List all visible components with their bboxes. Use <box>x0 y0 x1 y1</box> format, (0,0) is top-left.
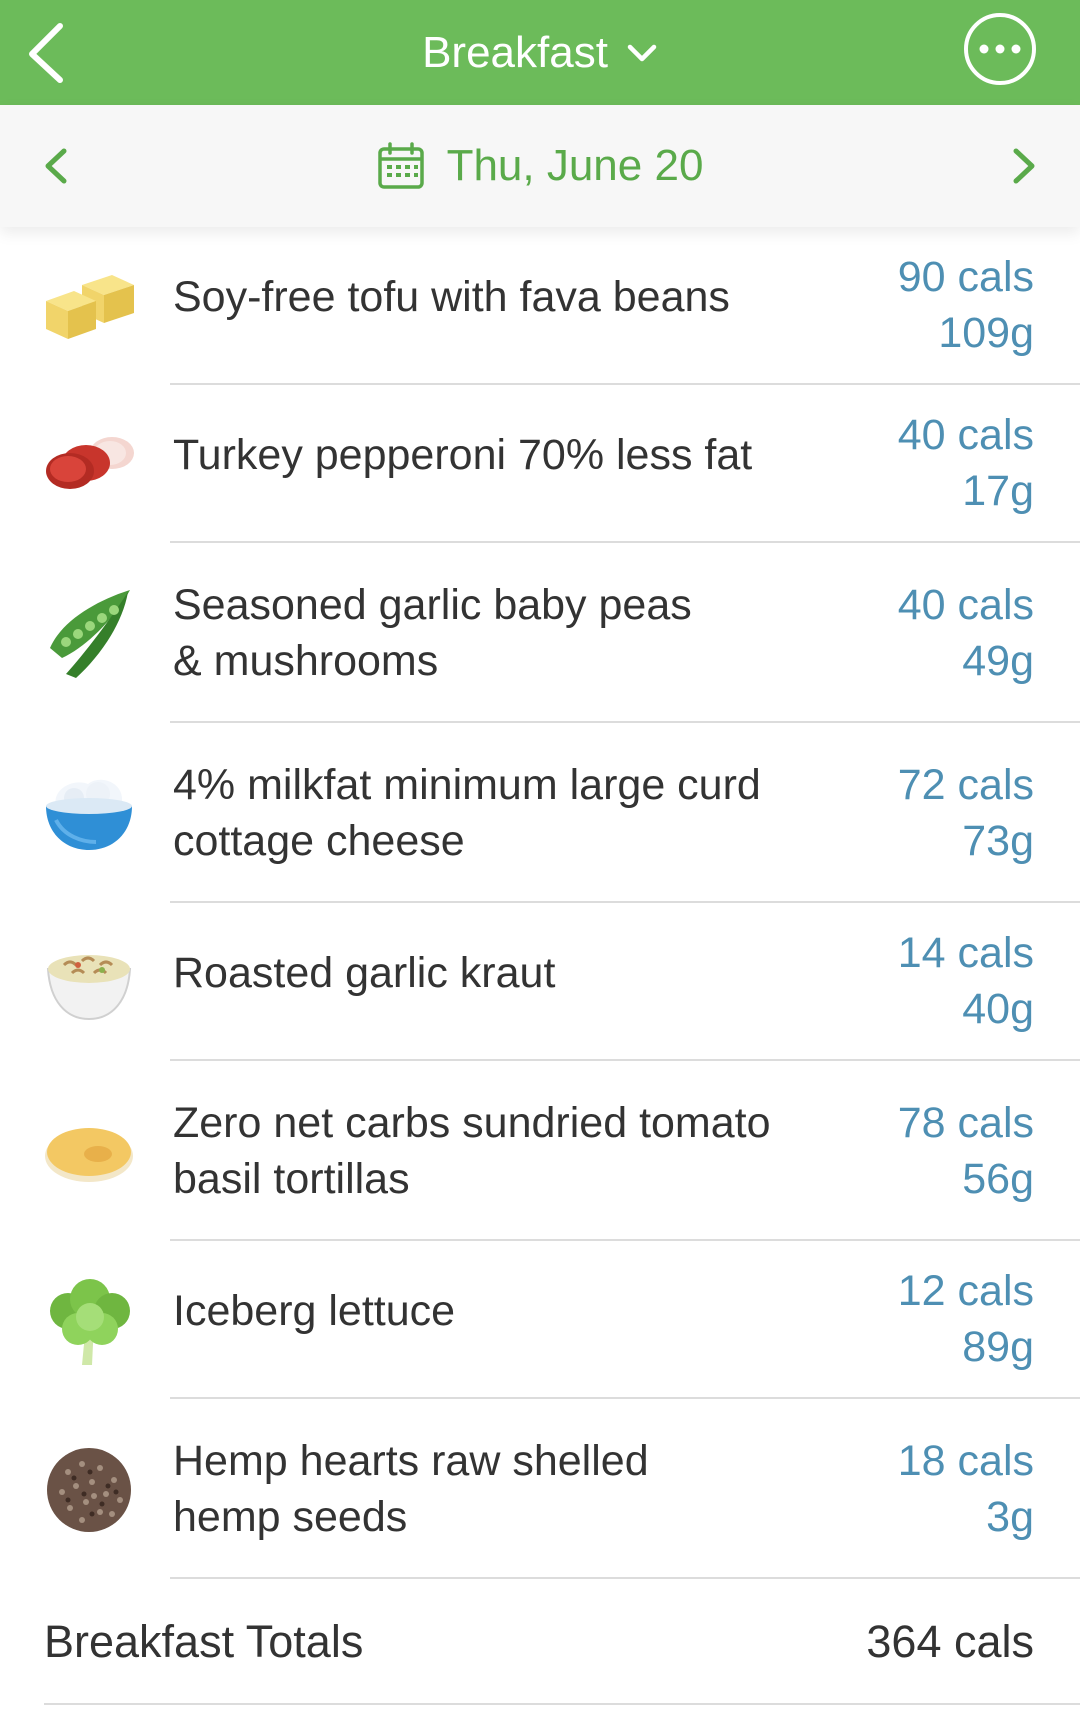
food-weight: 17g <box>962 467 1034 515</box>
chevron-left-icon <box>45 148 67 184</box>
kraut-icon <box>42 935 136 1029</box>
totals-label: Breakfast Totals <box>44 1616 364 1667</box>
food-amounts: 90 cals 109g <box>898 249 1034 361</box>
previous-day-button[interactable] <box>36 141 76 191</box>
food-amounts: 78 cals 56g <box>898 1095 1034 1207</box>
food-weight: 40g <box>962 985 1034 1033</box>
current-date: Thu, June 20 <box>446 141 704 190</box>
cottage-cheese-icon <box>42 766 136 860</box>
top-bar: Breakfast <box>0 0 1080 105</box>
row-divider <box>44 1703 1080 1705</box>
food-calories: 12 cals <box>897 1267 1034 1315</box>
food-entry[interactable]: Soy-free tofu with fava beans 90 cals 10… <box>0 227 1080 385</box>
food-entry[interactable]: Hemp hearts raw shelled hemp seeds 18 cal… <box>0 1399 1080 1579</box>
peas-icon <box>42 586 136 680</box>
food-calories: 40 cals <box>897 581 1034 629</box>
food-amounts: 72 cals 73g <box>898 757 1034 869</box>
food-entry[interactable]: Seasoned garlic baby peas & mushrooms 40 … <box>0 543 1080 723</box>
food-name: Zero net carbs sundried tomato basil tort… <box>173 1099 771 1203</box>
chevron-left-icon <box>29 23 63 83</box>
food-weight: 89g <box>962 1323 1034 1371</box>
hemp-seeds-icon <box>42 1442 136 1536</box>
calendar-icon <box>377 142 424 189</box>
food-entry[interactable]: Turkey pepperoni 70% less fat 40 cals 17… <box>0 385 1080 543</box>
food-weight: 3g <box>986 1493 1034 1541</box>
next-day-button[interactable] <box>1004 141 1044 191</box>
food-name: Roasted garlic kraut <box>173 949 556 997</box>
chevron-down-icon <box>627 44 657 61</box>
row-divider <box>170 1577 1080 1579</box>
food-name: 4% milkfat minimum large curd cottage che… <box>173 761 761 865</box>
food-name: Soy-free tofu with fava beans <box>173 273 730 321</box>
date-picker[interactable]: Thu, June 20 <box>377 141 704 191</box>
food-weight: 109g <box>938 309 1034 357</box>
food-amounts: 40 cals 17g <box>898 407 1034 519</box>
food-calories: 14 cals <box>897 929 1034 977</box>
date-navigation: Thu, June 20 <box>0 105 1080 227</box>
food-amounts: 40 cals 49g <box>898 577 1034 689</box>
food-calories: 90 cals <box>897 253 1034 301</box>
food-name: Turkey pepperoni 70% less fat <box>173 431 753 479</box>
food-amounts: 14 cals 40g <box>898 925 1034 1037</box>
food-entry[interactable]: Roasted garlic kraut 14 cals 40g <box>0 903 1080 1061</box>
tofu-icon <box>42 259 136 353</box>
chevron-right-icon <box>1013 148 1035 184</box>
food-entry[interactable]: Zero net carbs sundried tomato basil tort… <box>0 1061 1080 1241</box>
food-name: Seasoned garlic baby peas & mushrooms <box>173 581 692 685</box>
food-entry-list: Soy-free tofu with fava beans 90 cals 10… <box>0 227 1080 1579</box>
food-calories: 18 cals <box>897 1437 1034 1485</box>
food-name: Iceberg lettuce <box>173 1287 456 1335</box>
food-name: Hemp hearts raw shelled hemp seeds <box>173 1437 649 1541</box>
food-amounts: 18 cals 3g <box>898 1433 1034 1545</box>
food-weight: 49g <box>962 637 1034 685</box>
pepperoni-icon <box>42 417 136 511</box>
food-calories: 78 cals <box>897 1099 1034 1147</box>
food-calories: 72 cals <box>897 761 1034 809</box>
more-options-button[interactable] <box>964 13 1036 85</box>
meal-totals: Breakfast Totals 364 cals <box>0 1580 1080 1705</box>
meal-title: Breakfast <box>422 27 608 77</box>
totals-calories: 364 cals <box>866 1616 1034 1667</box>
food-entry[interactable]: Iceberg lettuce 12 cals 89g <box>0 1241 1080 1399</box>
tortilla-icon <box>42 1104 136 1198</box>
more-icon <box>979 44 1021 54</box>
food-amounts: 12 cals 89g <box>898 1263 1034 1375</box>
lettuce-icon <box>42 1273 136 1367</box>
food-weight: 73g <box>962 817 1034 865</box>
meal-selector[interactable]: Breakfast <box>422 28 658 78</box>
food-weight: 56g <box>962 1155 1034 1203</box>
food-calories: 40 cals <box>897 411 1034 459</box>
back-button[interactable] <box>18 18 78 88</box>
food-entry[interactable]: 4% milkfat minimum large curd cottage che… <box>0 723 1080 903</box>
